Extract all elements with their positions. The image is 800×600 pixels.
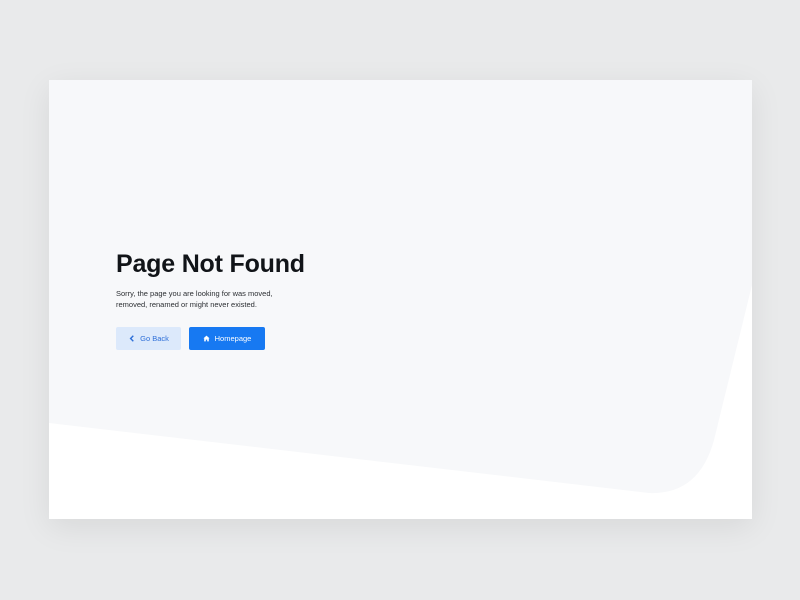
error-content: Page Not Found Sorry, the page you are l… (116, 248, 376, 350)
chevron-left-icon (128, 335, 135, 342)
go-back-label: Go Back (140, 334, 169, 343)
page-title: Page Not Found (116, 250, 305, 278)
error-page-card: Page Not Found Sorry, the page you are l… (49, 80, 752, 519)
error-description: Sorry, the page you are looking for was … (116, 289, 273, 309)
action-buttons: Go Back Homepage (116, 327, 265, 350)
homepage-button[interactable]: Homepage (189, 327, 265, 350)
home-icon (203, 335, 210, 342)
go-back-button[interactable]: Go Back (116, 327, 181, 350)
homepage-label: Homepage (214, 334, 252, 343)
